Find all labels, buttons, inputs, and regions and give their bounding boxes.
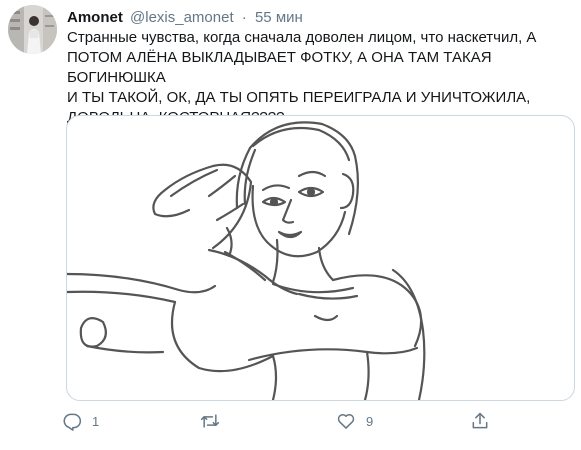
like-button[interactable]: 9 — [336, 406, 373, 436]
retweet-icon — [200, 414, 220, 428]
author-handle[interactable]: @lexis_amonet — [130, 9, 234, 26]
reply-button[interactable]: 1 — [62, 406, 99, 436]
tweet-media-sketch[interactable] — [66, 115, 575, 401]
tweet-text: Странные чувства, когда сначала доволен … — [67, 29, 537, 126]
reply-icon — [63, 413, 82, 431]
timestamp[interactable]: 55 мин — [255, 9, 303, 26]
tweet-header: Amonet @lexis_amonet · 55 мин — [67, 8, 303, 28]
avatar-photo — [8, 5, 57, 54]
reply-count: 1 — [92, 413, 100, 429]
tweet-actions: 1 9 — [62, 406, 512, 436]
separator-dot: · — [241, 9, 247, 26]
author-avatar[interactable] — [8, 5, 57, 54]
tweet[interactable]: Amonet @lexis_amonet · 55 мин Странные ч… — [0, 0, 581, 450]
share-button[interactable] — [470, 406, 490, 436]
retweet-button[interactable] — [200, 406, 230, 436]
sketch-image — [67, 121, 426, 400]
like-count: 9 — [366, 413, 374, 429]
heart-icon — [337, 413, 355, 429]
share-icon — [472, 412, 488, 429]
author-name[interactable]: Amonet — [67, 9, 123, 26]
